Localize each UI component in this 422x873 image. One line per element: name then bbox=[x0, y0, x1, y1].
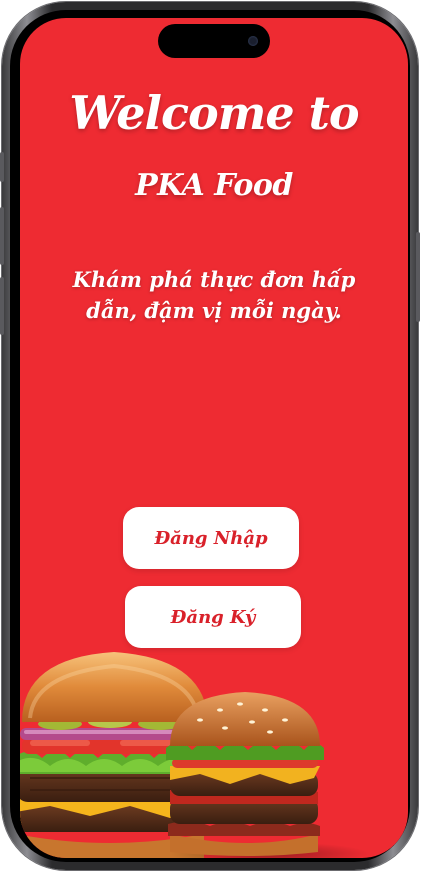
dynamic-island bbox=[158, 24, 270, 58]
action-button bbox=[0, 152, 4, 182]
welcome-heading: Welcome to bbox=[69, 86, 359, 140]
front-camera-icon bbox=[248, 36, 258, 46]
brand-name: PKA Food bbox=[135, 168, 293, 203]
volume-down-button bbox=[0, 277, 4, 335]
volume-up-button bbox=[0, 207, 4, 265]
tagline-text: Khám phá thực đơn hấp dẫn, đậm vị mỗi ng… bbox=[72, 267, 356, 323]
burgers-illustration bbox=[20, 652, 370, 858]
power-button bbox=[416, 232, 420, 322]
small-burger bbox=[166, 692, 324, 856]
login-button[interactable]: Đăng Nhập bbox=[123, 507, 299, 569]
app-screen: Welcome to PKA Food Khám phá thực đơn hấ… bbox=[20, 18, 408, 858]
